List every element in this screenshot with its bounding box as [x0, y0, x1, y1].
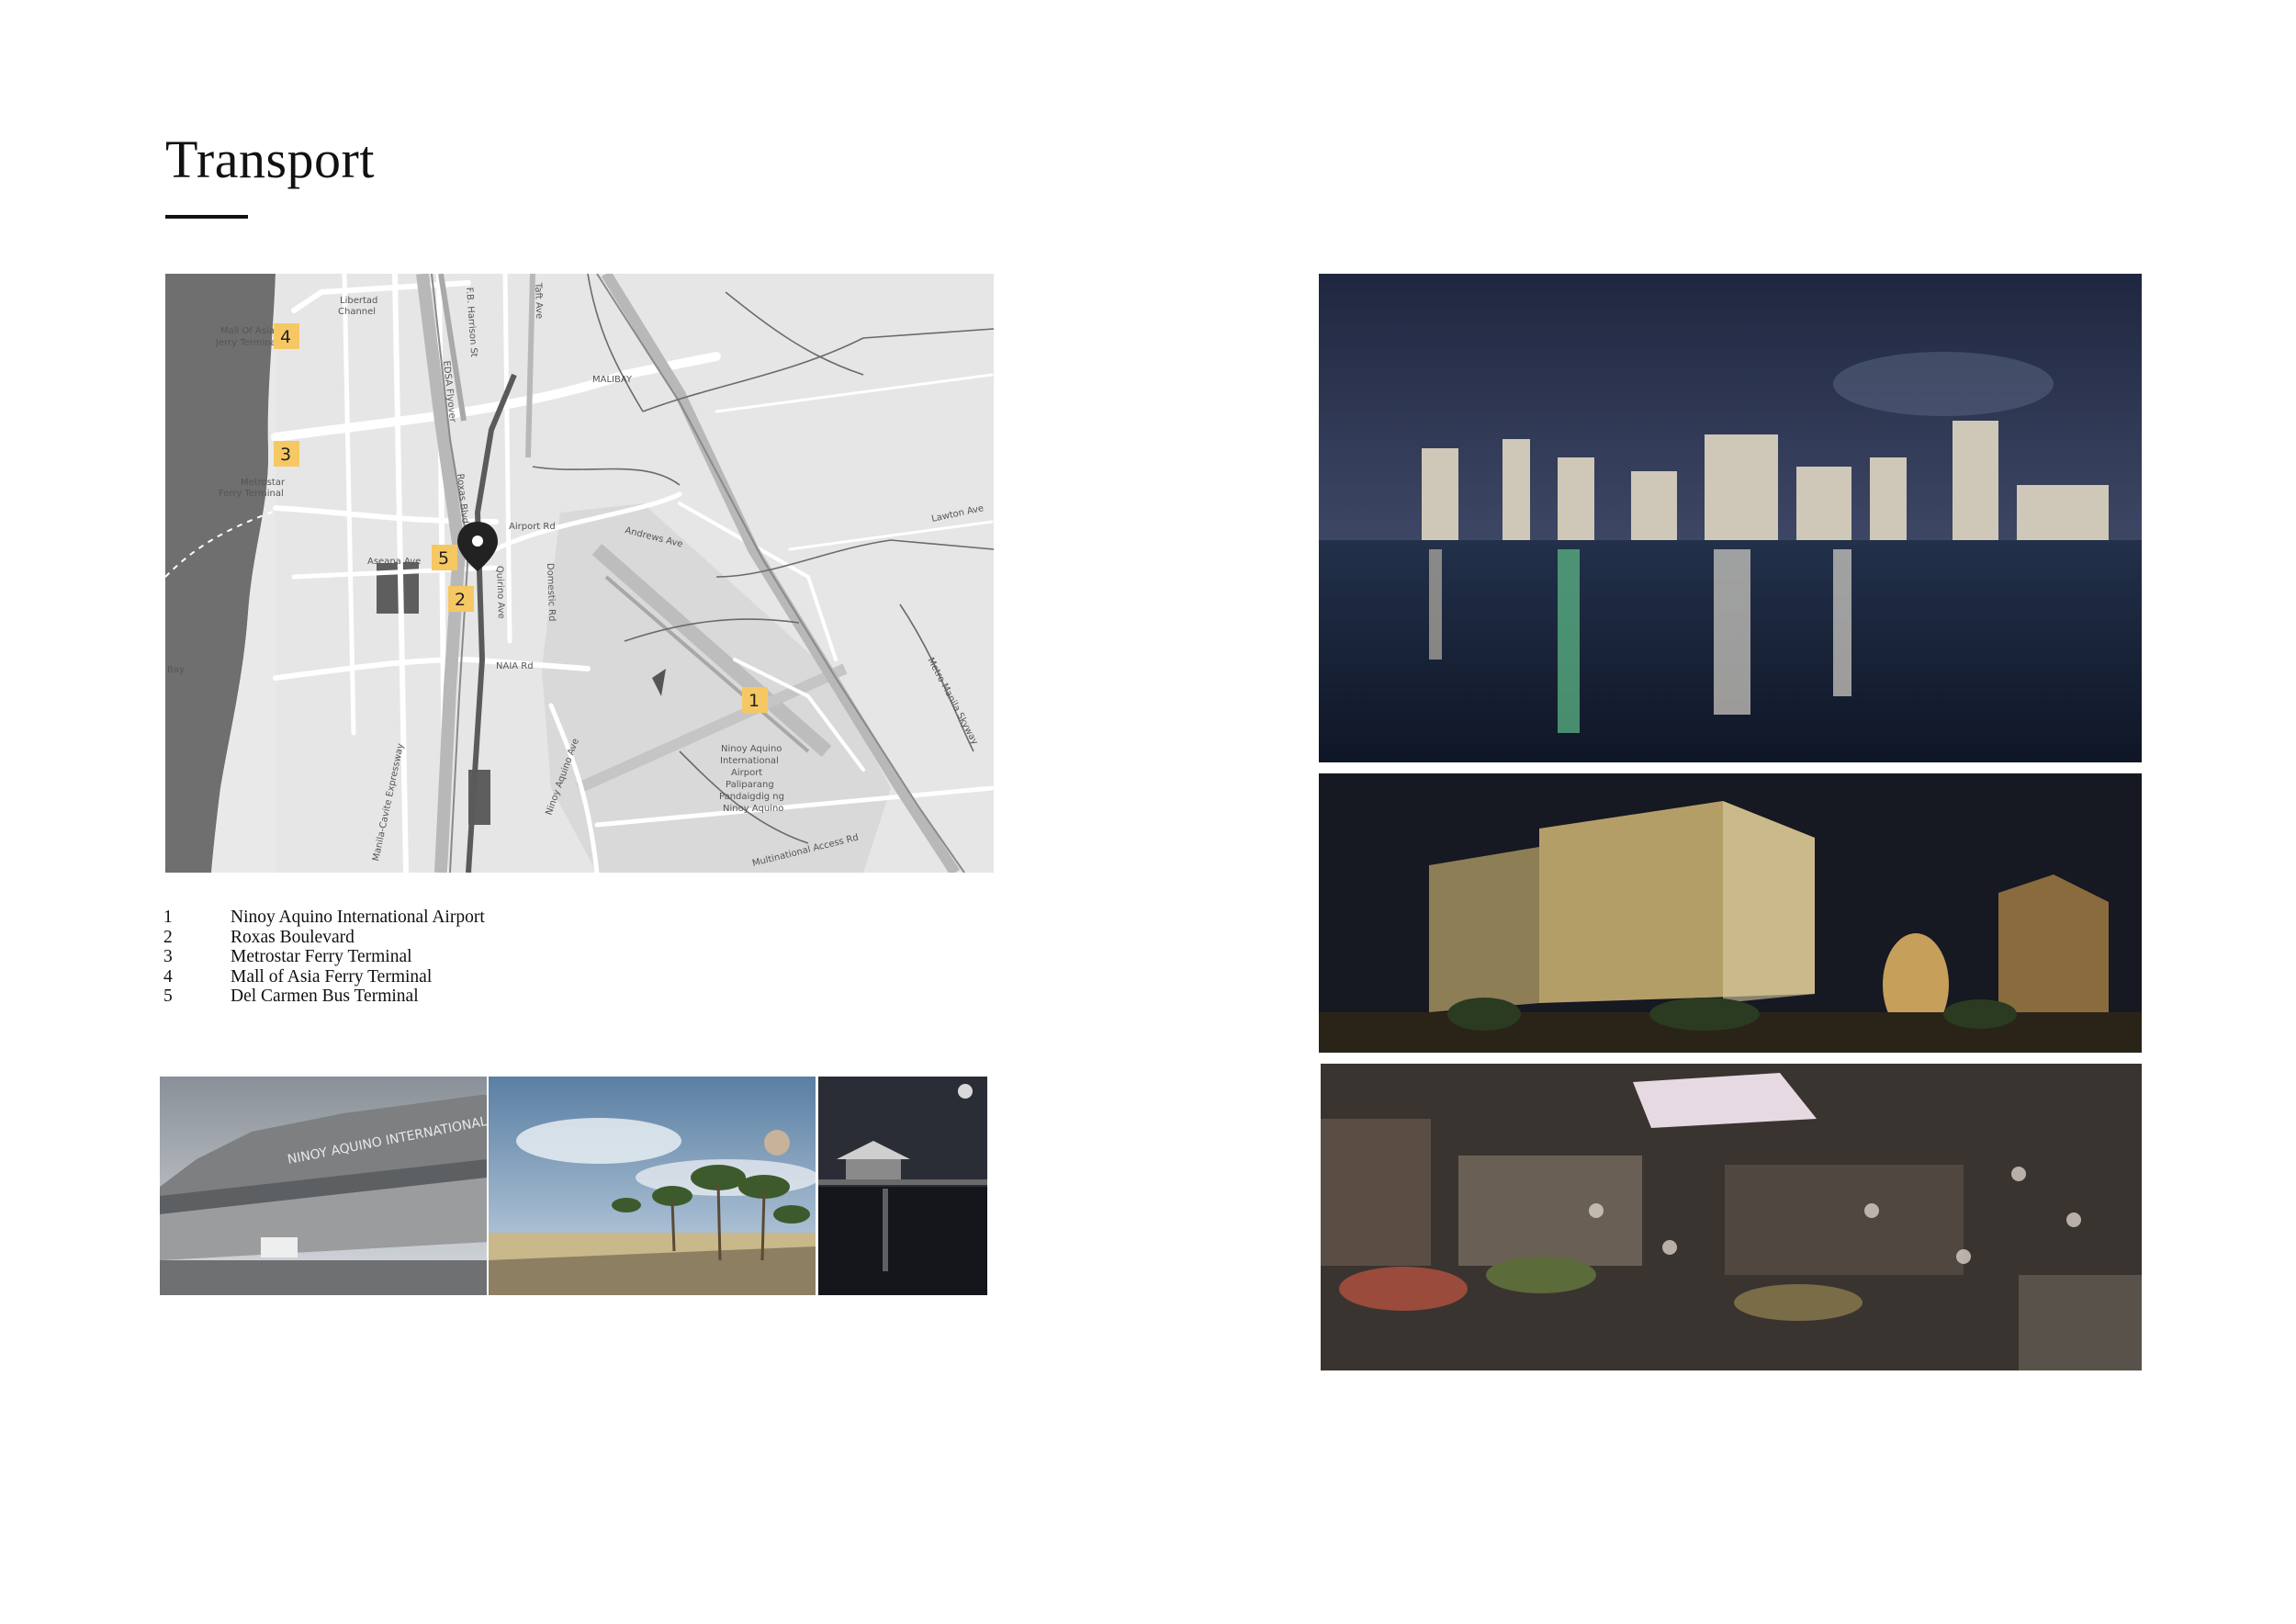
- label-metrostar-ferry: Ferry Terminal: [219, 489, 284, 499]
- legend-item: 4 Mall of Asia Ferry Terminal: [163, 967, 485, 987]
- legend-number: 2: [163, 927, 173, 947]
- legend-label: Roxas Boulevard: [231, 927, 355, 947]
- label-airport-6: Ninoy Aquino: [723, 804, 783, 814]
- svg-text:4: 4: [280, 327, 291, 347]
- photo-night-market: [1321, 1064, 2142, 1370]
- map-marker-5[interactable]: 5: [432, 545, 457, 570]
- legend-item: 5 Del Carmen Bus Terminal: [163, 987, 485, 1007]
- label-aseana: Aseana Ave: [367, 557, 421, 567]
- legend-item: 1 Ninoy Aquino International Airport: [163, 908, 485, 928]
- legend-item: 2 Roxas Boulevard: [163, 928, 485, 948]
- label-bay: Bay: [167, 665, 185, 675]
- legend-number: 4: [163, 966, 173, 987]
- map-marker-2[interactable]: 2: [448, 586, 474, 612]
- label-naia-rd: NAIA Rd: [496, 661, 534, 671]
- label-taft: Taft Ave: [533, 282, 544, 320]
- legend-label: Mall of Asia Ferry Terminal: [231, 966, 433, 987]
- label-airport-2: International: [720, 756, 779, 766]
- title-underline: [165, 215, 248, 219]
- transport-map[interactable]: Mall Of Asia Jerry Terminal Metrostar Fe…: [165, 274, 994, 873]
- legend-number: 1: [163, 908, 173, 927]
- legend-number: 5: [163, 987, 173, 1006]
- svg-text:5: 5: [438, 548, 449, 569]
- label-airport-3: Airport: [731, 768, 762, 778]
- map-marker-4[interactable]: 4: [274, 323, 299, 349]
- photo-ferry-terminal-night: [818, 1077, 987, 1295]
- photo-glass-building-render: [1319, 773, 2142, 1053]
- map-marker-3[interactable]: 3: [274, 441, 299, 467]
- svg-text:2: 2: [455, 590, 466, 610]
- label-airport-rd: Airport Rd: [509, 522, 556, 532]
- photo-roxas-boulevard: [489, 1077, 816, 1295]
- legend-item: 3 Metrostar Ferry Terminal: [163, 947, 485, 967]
- legend-label: Ninoy Aquino International Airport: [231, 908, 485, 927]
- legend-label: Del Carmen Bus Terminal: [231, 987, 419, 1006]
- label-airport-1: Ninoy Aquino: [721, 744, 782, 754]
- map-marker-1[interactable]: 1: [742, 687, 768, 713]
- label-libertad-channel: Channel: [338, 307, 376, 317]
- legend-label: Metrostar Ferry Terminal: [231, 947, 412, 966]
- label-malibay: MALIBAY: [592, 375, 633, 385]
- page-title: Transport: [165, 130, 375, 189]
- svg-text:1: 1: [748, 691, 760, 711]
- svg-text:3: 3: [280, 445, 291, 465]
- legend-number: 3: [163, 947, 173, 966]
- label-domestic: Domestic Rd: [545, 563, 557, 622]
- photo-airport-terminal: NINOY AQUINO INTERNATIONAL AIRPORT: [160, 1077, 487, 1295]
- photo-manila-bay-skyline: [1319, 274, 2142, 762]
- label-metrostar: Metrostar: [241, 478, 286, 488]
- map-canvas: Mall Of Asia Jerry Terminal Metrostar Fe…: [165, 274, 994, 873]
- label-airport-4: Paliparang: [726, 780, 774, 790]
- label-libertad: Libertad: [340, 296, 377, 306]
- label-jerry-terminal: Jerry Terminal: [215, 338, 279, 348]
- label-airport-5: Pandaigdig ng: [719, 792, 784, 802]
- label-quirino: Quirino Ave: [494, 566, 506, 619]
- label-mall-of-asia: Mall Of Asia: [220, 326, 275, 336]
- map-legend: 1 Ninoy Aquino International Airport 2 R…: [163, 908, 485, 1007]
